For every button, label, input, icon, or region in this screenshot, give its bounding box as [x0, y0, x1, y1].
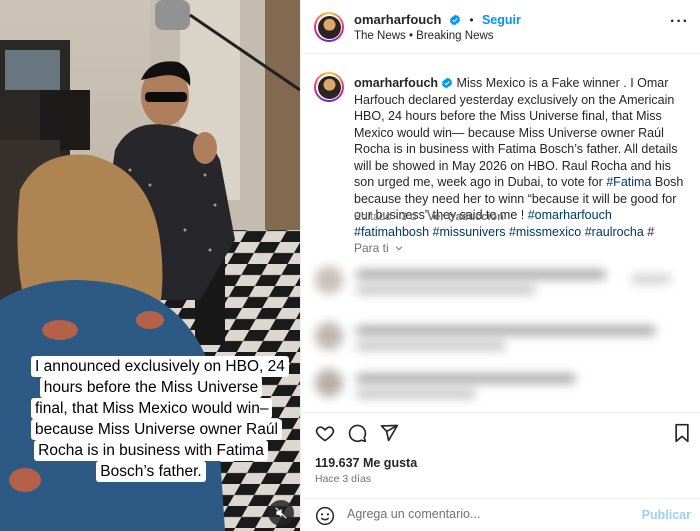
hashtag-link[interactable]: #fatimahbosh	[354, 225, 429, 239]
like-heart-icon[interactable]	[315, 423, 335, 443]
hashtag-link[interactable]: #missmexico	[509, 225, 581, 239]
post-header: omarharfouch • Seguir The News • Breakin…	[301, 0, 700, 54]
comment-bar: Publicar	[301, 498, 700, 531]
caption-avatar[interactable]	[314, 72, 344, 102]
caption-line: Rocha is in business with Fatima	[34, 440, 268, 461]
edited-timestamp: Editado · 3 d	[354, 211, 417, 223]
caption-line: I announced exclusively on HBO, 24	[31, 356, 289, 377]
publish-button[interactable]: Publicar	[642, 508, 691, 522]
hashtag-link[interactable]: #Fatima	[606, 175, 651, 189]
action-bar	[301, 412, 700, 452]
chevron-down-icon	[395, 246, 403, 251]
follow-button[interactable]: Seguir	[482, 13, 521, 27]
see-translation-link[interactable]: Ver traducción	[427, 211, 503, 223]
hashtag-link[interactable]: #missunivers	[433, 225, 506, 239]
likes-count[interactable]: 119.637 Me gusta	[315, 456, 417, 470]
post-details-panel: omarharfouch • Seguir The News • Breakin…	[300, 0, 700, 531]
save-bookmark-icon[interactable]	[673, 423, 691, 443]
video-caption: I announced exclusively on HBO, 24 hours…	[31, 356, 289, 482]
verified-badge-icon	[449, 14, 460, 26]
comment-input[interactable]	[347, 507, 627, 521]
for-you-dropdown[interactable]: Para ti	[354, 241, 404, 255]
hashtag-link[interactable]: #raulrocha	[585, 225, 644, 239]
header-subtitle: The News • Breaking News	[354, 30, 494, 42]
separator-dot: •	[469, 13, 474, 27]
caption-line: because Miss Universe owner Raúl	[31, 419, 282, 440]
mute-button[interactable]	[268, 500, 294, 526]
caption-line: final, that Miss Mexico would win–	[31, 398, 273, 419]
more-options-icon[interactable]: ···	[670, 13, 689, 31]
caption-line: hours before the Miss Universe	[39, 377, 263, 398]
caption-username[interactable]: omarharfouch	[354, 76, 438, 90]
post-media[interactable]: I announced exclusively on HBO, 24 hours…	[0, 0, 300, 531]
blurred-comments-area	[301, 258, 700, 410]
hashtag-link[interactable]: #omarharfouch	[528, 208, 612, 222]
caption-meta: Editado · 3 d Ver traducción	[354, 211, 504, 223]
caption-line: Bosch’s father.	[96, 461, 206, 482]
verified-badge-icon	[442, 77, 453, 89]
speaker-muted-icon	[275, 507, 287, 519]
header-username[interactable]: omarharfouch	[354, 12, 441, 27]
emoji-icon[interactable]	[315, 506, 335, 526]
blurred-comments-shapes	[315, 266, 671, 398]
blurred-comments-placeholder	[301, 258, 700, 410]
post-time[interactable]: Hace 3 días	[315, 473, 371, 485]
caption-text: Miss Mexico is a Fake winner . I Omar Ha…	[354, 76, 678, 189]
share-send-icon[interactable]	[379, 423, 399, 443]
hashtag-link[interactable]: #	[647, 225, 654, 239]
for-you-label: Para ti	[354, 241, 389, 255]
avatar[interactable]	[314, 12, 344, 42]
comment-bubble-icon[interactable]	[347, 423, 367, 443]
